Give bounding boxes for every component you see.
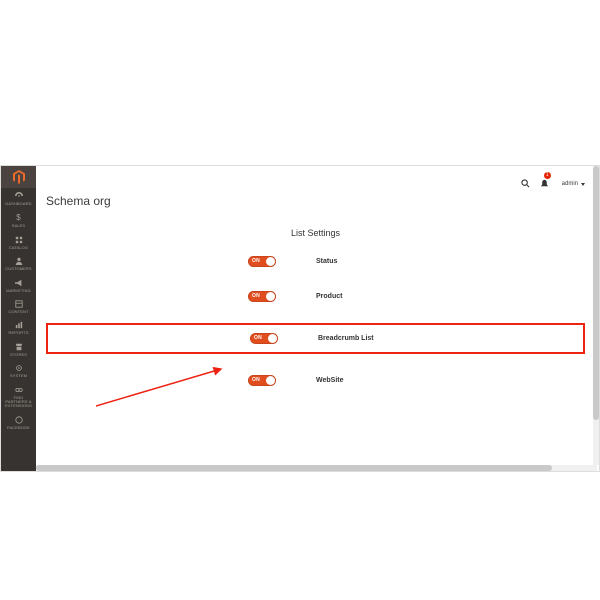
sidebar-label: FIND PARTNERS & EXTENSIONS (2, 396, 35, 409)
sidebar-label: SALES (2, 224, 35, 228)
setting-row-product: ON Product (46, 288, 585, 305)
section-title: List Settings (46, 228, 585, 238)
setting-row-website: ON WebSite (46, 372, 585, 389)
magento-logo[interactable] (1, 166, 36, 188)
toggle-knob (266, 292, 275, 301)
sidebar-item-catalog[interactable]: CATALOG (1, 232, 36, 253)
sidebar-item-content[interactable]: CONTENT (1, 296, 36, 317)
sidebar-label: FACEBOOK (2, 426, 35, 430)
toggle-product[interactable]: ON (248, 291, 276, 302)
notification-badge: 1 (544, 172, 551, 179)
setting-row-status: ON Status (46, 253, 585, 270)
setting-label: Status (316, 258, 337, 265)
admin-label: admin (562, 181, 578, 187)
content-area: 1 admin Schema org List Settings ON (36, 166, 599, 471)
scrollbar-vertical[interactable] (593, 166, 599, 465)
toggle-website[interactable]: ON (248, 375, 276, 386)
toggle-on-label: ON (252, 377, 260, 383)
toggle-on-label: ON (254, 335, 262, 341)
setting-label: Product (316, 293, 342, 300)
top-bar: 1 admin (46, 174, 585, 194)
chevron-down-icon (581, 183, 585, 186)
toggle-knob (266, 376, 275, 385)
scrollbar-horizontal[interactable] (36, 465, 597, 471)
search-icon[interactable] (521, 175, 530, 193)
sidebar-item-sales[interactable]: $ SALES (1, 209, 36, 231)
setting-label: Breadcrumb List (318, 335, 374, 342)
sidebar-item-stores[interactable]: STORES (1, 339, 36, 360)
sidebar-item-dashboard[interactable]: DASHBOARD (1, 188, 36, 209)
sidebar-label: STORES (2, 353, 35, 357)
toggle-on-label: ON (252, 258, 260, 264)
sidebar-item-reports[interactable]: REPORTS (1, 317, 36, 338)
toggle-breadcrumb[interactable]: ON (250, 333, 278, 344)
sidebar-label: SYSTEM (2, 374, 35, 378)
setting-label: WebSite (316, 377, 344, 384)
page-title: Schema org (46, 194, 585, 208)
settings-list: ON Status ON Product (46, 253, 585, 389)
sidebar-label: REPORTS (2, 331, 35, 335)
sidebar-label: CONTENT (2, 310, 35, 314)
sidebar-item-facebook[interactable]: FACEBOOK (1, 412, 36, 433)
sidebar-item-partners[interactable]: FIND PARTNERS & EXTENSIONS (1, 382, 36, 412)
toggle-status[interactable]: ON (248, 256, 276, 267)
sidebar-label: MARKETING (2, 289, 35, 293)
sidebar-item-system[interactable]: SYSTEM (1, 360, 36, 381)
toggle-knob (268, 334, 277, 343)
setting-row-breadcrumb: ON Breadcrumb List (46, 323, 585, 354)
sidebar-label: CUSTOMERS (2, 267, 35, 271)
admin-sidebar: DASHBOARD $ SALES CATALOG CUSTOMERS MARK… (1, 166, 36, 471)
admin-menu[interactable]: admin (559, 181, 585, 187)
sidebar-label: CATALOG (2, 246, 35, 250)
sidebar-item-marketing[interactable]: MARKETING (1, 275, 36, 296)
toggle-knob (266, 257, 275, 266)
notification-icon[interactable]: 1 (540, 175, 549, 193)
sidebar-item-customers[interactable]: CUSTOMERS (1, 253, 36, 274)
sidebar-label: DASHBOARD (2, 202, 35, 206)
toggle-on-label: ON (252, 293, 260, 299)
